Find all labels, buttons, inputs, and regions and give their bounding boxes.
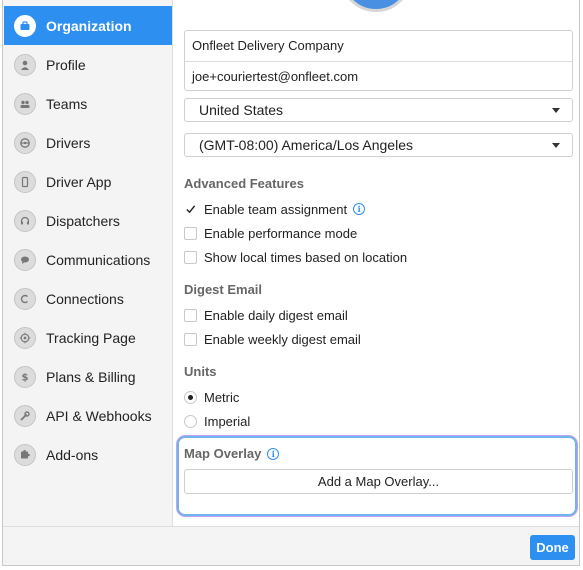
sidebar-item-label: Driver App — [46, 173, 112, 190]
sidebar: Organization Profile Teams Drivers Drive… — [3, 0, 173, 526]
map-overlay-title: Map Overlay i — [184, 446, 280, 461]
target-icon — [14, 326, 36, 349]
sidebar-item-label: API & Webhooks — [46, 407, 152, 424]
person-icon — [14, 53, 36, 76]
metric-option[interactable]: Metric — [184, 388, 239, 406]
option-label: Show local times based on location — [204, 249, 408, 265]
option-label: Metric — [204, 389, 240, 405]
checkbox[interactable] — [184, 250, 197, 264]
puzzle-icon — [14, 443, 36, 466]
option-label: Enable daily digest email — [204, 307, 348, 323]
weekly-digest-option[interactable]: Enable weekly digest email — [184, 330, 361, 348]
info-icon[interactable]: i — [353, 203, 366, 215]
organization-email-field[interactable]: joe+couriertest@onfleet.com — [185, 61, 572, 91]
add-map-overlay-button[interactable]: Add a Map Overlay... — [184, 469, 573, 494]
sidebar-item-connections[interactable]: Connections — [4, 279, 172, 318]
chevron-down-icon — [552, 108, 560, 113]
sidebar-item-tracking-page[interactable]: Tracking Page — [4, 318, 172, 357]
sidebar-item-label: Profile — [46, 56, 86, 73]
radio[interactable] — [184, 414, 197, 428]
checkbox[interactable] — [184, 308, 197, 322]
sidebar-item-label: Teams — [46, 95, 88, 112]
checkmark-icon — [186, 205, 196, 214]
checkbox-checked[interactable] — [184, 203, 197, 216]
info-icon[interactable]: i — [267, 447, 280, 460]
group-icon — [14, 92, 36, 115]
sidebar-item-communications[interactable]: Communications — [4, 240, 172, 279]
sidebar-item-label: Connections — [46, 290, 124, 307]
plug-icon — [14, 287, 36, 310]
enable-performance-mode-option[interactable]: Enable performance mode — [184, 224, 357, 242]
imperial-option[interactable]: Imperial — [184, 412, 250, 430]
sidebar-item-drivers[interactable]: Drivers — [4, 123, 172, 162]
avatar[interactable] — [340, 0, 412, 12]
timezone-select[interactable]: (GMT-08:00) America/Los Angeles — [184, 133, 573, 157]
sidebar-item-label: Communications — [46, 251, 151, 268]
sidebar-item-label: Add-ons — [46, 446, 99, 463]
chat-bubble-icon — [14, 248, 36, 271]
timezone-select-value: (GMT-08:00) America/Los Angeles — [199, 137, 413, 153]
sidebar-item-label: Organization — [46, 17, 132, 34]
sidebar-item-plans-billing[interactable]: $ Plans & Billing — [4, 357, 172, 396]
dollar-icon: $ — [14, 365, 36, 388]
sidebar-item-label: Drivers — [46, 134, 91, 151]
option-label: Enable team assignment — [204, 201, 348, 217]
svg-text:$: $ — [22, 372, 29, 383]
sidebar-item-add-ons[interactable]: Add-ons — [4, 435, 172, 474]
organization-name-field[interactable]: Onfleet Delivery Company — [185, 31, 572, 61]
checkbox[interactable] — [184, 226, 197, 240]
briefcase-icon — [14, 14, 36, 37]
sidebar-item-driver-app[interactable]: Driver App — [4, 162, 172, 201]
settings-window: Organization Profile Teams Drivers Drive… — [2, 0, 580, 566]
enable-team-assignment-option[interactable]: Enable team assignment i — [184, 200, 366, 218]
sidebar-item-organization[interactable]: Organization — [4, 6, 172, 45]
digest-email-title: Digest Email — [184, 282, 263, 297]
footer: Done — [3, 526, 579, 565]
sidebar-item-label: Plans & Billing — [46, 368, 136, 385]
option-label: Enable performance mode — [204, 225, 358, 241]
country-select[interactable]: United States — [184, 98, 573, 122]
daily-digest-option[interactable]: Enable daily digest email — [184, 306, 348, 324]
option-label: Enable weekly digest email — [204, 331, 361, 347]
sidebar-item-dispatchers[interactable]: Dispatchers — [4, 201, 172, 240]
advanced-features-title: Advanced Features — [184, 176, 304, 191]
sidebar-item-api-webhooks[interactable]: API & Webhooks — [4, 396, 172, 435]
show-local-times-option[interactable]: Show local times based on location — [184, 248, 407, 266]
wrench-icon — [14, 404, 36, 427]
map-overlay-title-text: Map Overlay — [184, 446, 262, 461]
sidebar-item-label: Dispatchers — [46, 212, 120, 229]
done-button[interactable]: Done — [530, 535, 575, 560]
units-title: Units — [184, 364, 217, 379]
checkbox[interactable] — [184, 332, 197, 346]
settings-content: Onfleet Delivery Company joe+couriertest… — [174, 0, 579, 526]
phone-icon — [14, 170, 36, 193]
sidebar-item-teams[interactable]: Teams — [4, 84, 172, 123]
sidebar-item-profile[interactable]: Profile — [4, 45, 172, 84]
radio-selected[interactable] — [184, 390, 197, 404]
chevron-down-icon — [552, 143, 560, 148]
headset-icon — [14, 209, 36, 232]
country-select-value: United States — [199, 102, 284, 118]
steering-wheel-icon — [14, 131, 36, 154]
organization-fields: Onfleet Delivery Company joe+couriertest… — [184, 30, 573, 91]
sidebar-item-label: Tracking Page — [46, 329, 136, 346]
option-label: Imperial — [204, 413, 251, 429]
